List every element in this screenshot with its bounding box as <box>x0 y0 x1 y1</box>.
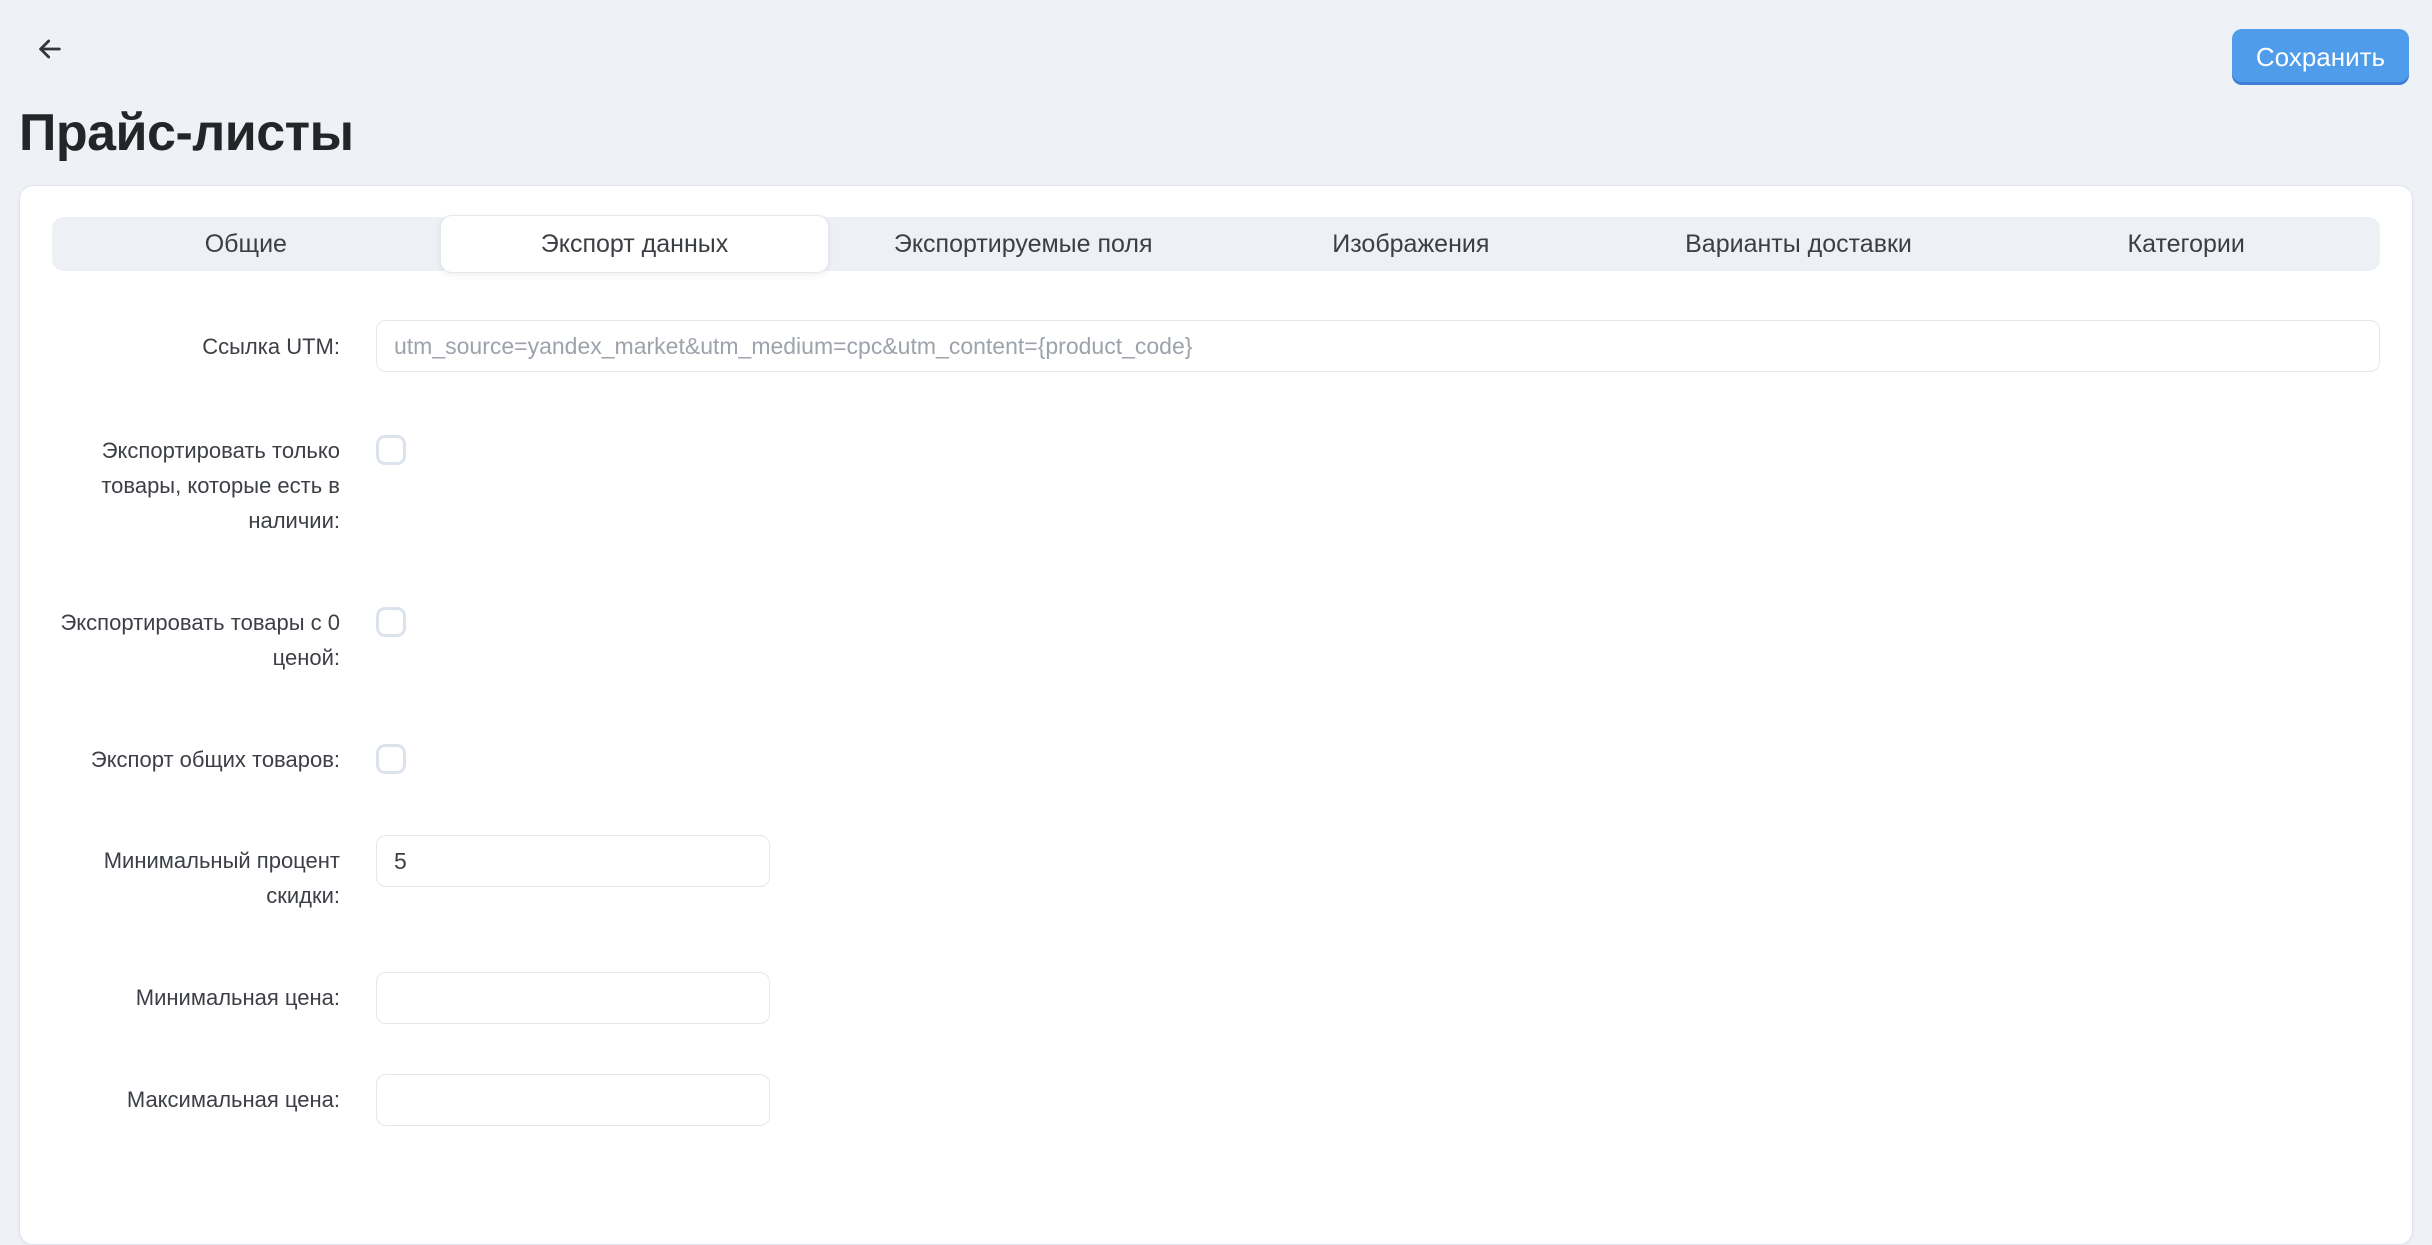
tab-exported-fields[interactable]: Экспортируемые поля <box>829 217 1217 271</box>
form-row-utm: Ссылка UTM: <box>52 320 2380 372</box>
form-row-max-price: Максимальная цена: <box>52 1074 2380 1126</box>
page-title: Прайс-листы <box>19 104 354 162</box>
min-discount-input[interactable] <box>376 835 770 887</box>
max-price-input[interactable] <box>376 1074 770 1126</box>
save-button[interactable]: Сохранить <box>2232 29 2409 85</box>
min-price-label: Минимальная цена: <box>135 985 340 1010</box>
form-row-min-price: Минимальная цена: <box>52 972 2380 1024</box>
tab-delivery-options[interactable]: Варианты доставки <box>1605 217 1993 271</box>
arrow-left-icon <box>34 33 66 65</box>
tab-bar: Общие Экспорт данных Экспортируемые поля… <box>52 215 2380 273</box>
export-in-stock-checkbox[interactable] <box>376 435 406 465</box>
tab-categories[interactable]: Категории <box>1992 217 2380 271</box>
form-row-export-in-stock: Экспортировать только товары, которые ес… <box>52 433 2380 538</box>
min-discount-label: Минимальный процент скидки: <box>103 848 340 908</box>
tab-export-data[interactable]: Экспорт данных <box>439 215 830 273</box>
export-data-form: Ссылка UTM: Экспортировать только товары… <box>52 320 2380 1126</box>
min-price-input[interactable] <box>376 972 770 1024</box>
max-price-label: Максимальная цена: <box>126 1087 340 1112</box>
back-button[interactable] <box>34 29 74 69</box>
form-row-export-common: Экспорт общих товаров: <box>52 742 2380 779</box>
export-in-stock-label: Экспортировать только товары, которые ес… <box>101 438 340 533</box>
utm-input[interactable] <box>376 320 2380 372</box>
form-row-min-discount: Минимальный процент скидки: <box>52 835 2380 913</box>
export-zero-price-checkbox[interactable] <box>376 607 406 637</box>
utm-label: Ссылка UTM: <box>202 333 340 359</box>
tab-general[interactable]: Общие <box>52 217 440 271</box>
top-bar: Сохранить <box>0 0 2432 85</box>
settings-card: Общие Экспорт данных Экспортируемые поля… <box>19 185 2413 1245</box>
export-common-checkbox[interactable] <box>376 744 406 774</box>
page: { "page": { "title": "Прайс-листы" }, "h… <box>0 0 2432 1245</box>
export-zero-price-label: Экспортировать товары с 0 ценой: <box>60 610 340 670</box>
tab-images[interactable]: Изображения <box>1217 217 1605 271</box>
form-row-export-zero-price: Экспортировать товары с 0 ценой: <box>52 605 2380 675</box>
export-common-label: Экспорт общих товаров: <box>90 747 340 772</box>
